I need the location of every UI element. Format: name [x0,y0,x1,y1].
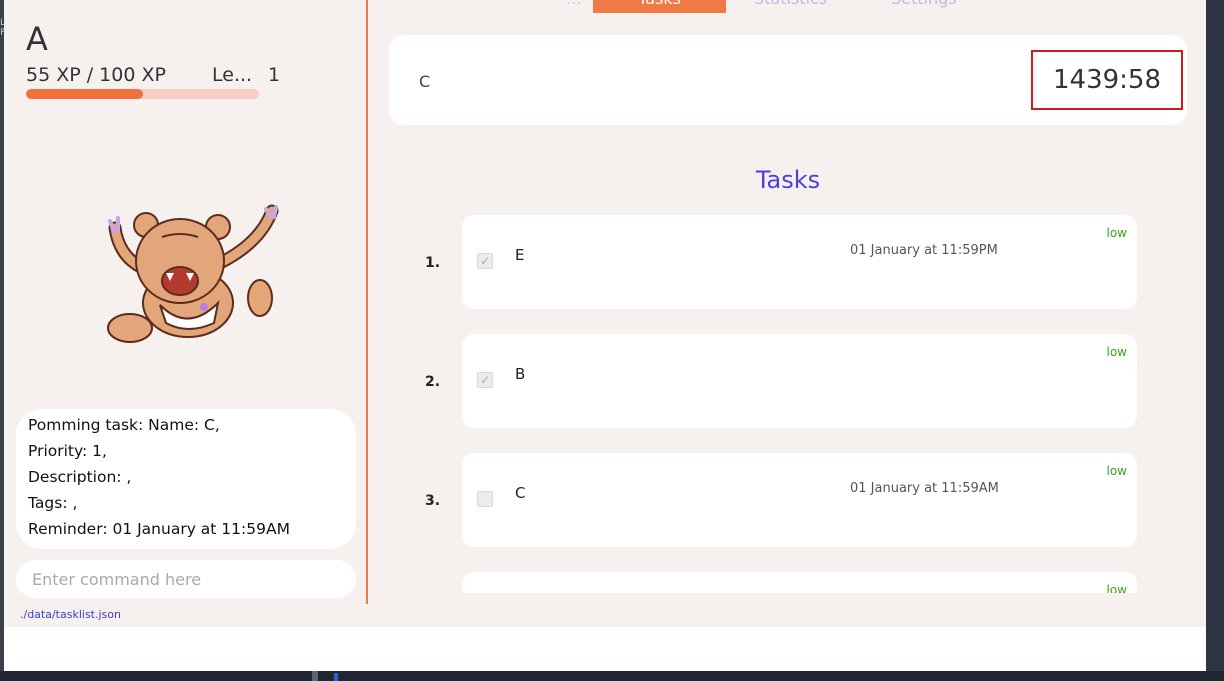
taskbar [0,671,1224,681]
info-line-priority: Priority: 1, [28,442,107,460]
level-label: Le... [212,64,253,86]
task-row: 2. ✓ B low [389,334,1187,428]
task-row: low [389,572,1187,593]
task-card[interactable]: low [462,572,1137,593]
pomodoro-timer: 1439:58 [1031,50,1183,110]
app-window: A 55 XP / 100 XP Le... 1 Pomming task: N… [4,0,1206,671]
task-name: C [515,484,526,502]
task-checkbox[interactable]: ✓ [477,253,493,269]
app-area: A 55 XP / 100 XP Le... 1 Pomming task: N… [4,0,1206,627]
task-index: 2. [425,374,441,390]
pomodoro-card: C 1439:58 [389,35,1187,125]
task-date: 01 January at 11:59PM [850,243,998,258]
task-priority: low [1106,345,1128,359]
task-card[interactable]: ✓ E 01 January at 11:59PM low [462,215,1137,309]
info-line-reminder: Reminder: 01 January at 11:59AM [28,520,290,538]
pomming-info-card: Pomming task: Name: C, Priority: 1, Desc… [16,409,356,549]
info-line-name: Pomming task: Name: C, [28,416,220,434]
task-checkbox[interactable] [477,491,493,507]
pomodoro-task-name: C [419,72,431,91]
tab-overflow[interactable]: ... [566,0,581,12]
task-checkbox[interactable]: ✓ [477,372,493,388]
info-line-description: Description: , [28,468,132,486]
xp-progress-fill [26,89,143,99]
level-value: 1 [268,64,281,86]
task-card[interactable]: ✓ B low [462,334,1137,428]
task-name: E [515,246,525,264]
xp-text: 55 XP / 100 XP [26,64,166,86]
tasks-heading: Tasks [755,166,821,194]
avatar-letter: A [26,20,48,58]
panel-divider [366,0,368,604]
taskbar-item[interactable] [312,671,318,681]
task-card[interactable]: C 01 January at 11:59AM low [462,453,1137,547]
task-priority: low [1106,464,1128,478]
tab-tasks[interactable]: Tasks [593,0,726,13]
command-input[interactable] [16,560,356,598]
task-priority: low [1106,583,1128,593]
taskbar-indicator [334,673,338,681]
tab-settings[interactable]: Settings [891,0,957,12]
task-index: 1. [425,255,441,271]
task-name: B [515,365,526,383]
info-line-tags: Tags: , [28,494,78,512]
task-date: 01 January at 11:59AM [850,481,999,496]
bear-mascot-icon [107,204,279,343]
task-list[interactable]: 1. ✓ E 01 January at 11:59PM low 2. ✓ B … [389,215,1187,593]
task-priority: low [1106,226,1128,240]
task-row: 1. ✓ E 01 January at 11:59PM low [389,215,1187,309]
tab-statistics[interactable]: Statistics [754,0,827,12]
left-panel: A 55 XP / 100 XP Le... 1 Pomming task: N… [4,0,368,627]
task-index: 3. [425,493,441,509]
data-file-path: ./data/tasklist.json [20,608,121,621]
xp-progress-bar [26,89,259,99]
task-row: 3. C 01 January at 11:59AM low [389,453,1187,547]
